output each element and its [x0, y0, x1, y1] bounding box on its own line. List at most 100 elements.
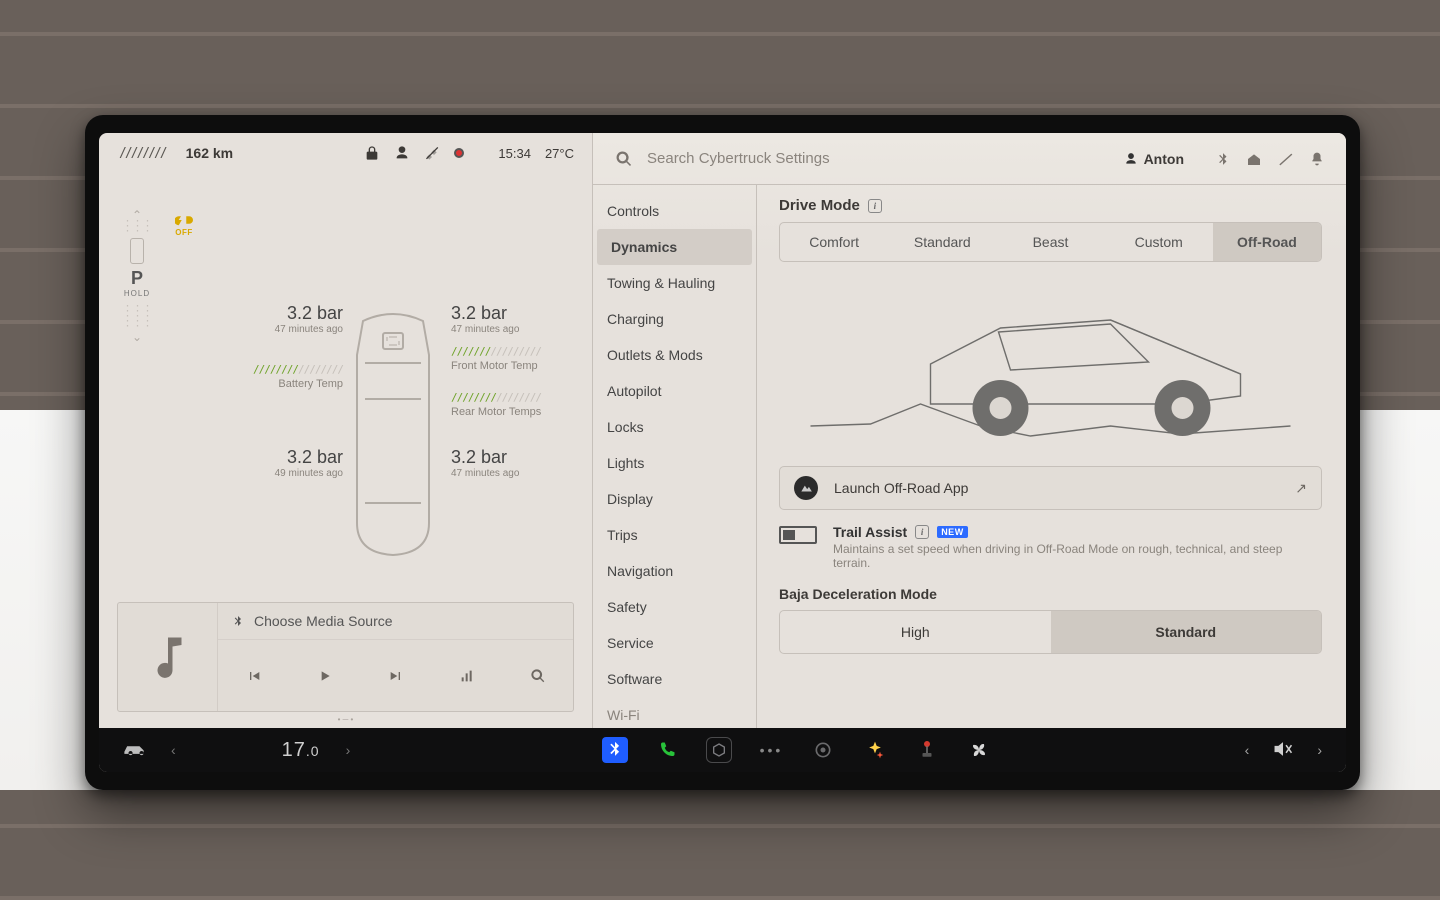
dock-hex-icon[interactable]: [706, 737, 732, 763]
dock-mute-icon[interactable]: [1273, 741, 1293, 760]
tire-fr-value: 3.2 bar: [451, 303, 581, 324]
drive-mode-tab-comfort[interactable]: Comfort: [780, 223, 888, 261]
sidebar-item-service[interactable]: Service: [593, 625, 756, 661]
gear-letter: P: [117, 268, 157, 289]
sidebar-item-navigation[interactable]: Navigation: [593, 553, 756, 589]
dock-car-icon[interactable]: [123, 742, 145, 759]
tire-rl-age: 49 minutes ago: [213, 468, 343, 479]
drive-mode-tab-off-road[interactable]: Off-Road: [1213, 223, 1321, 261]
search-input[interactable]: [645, 149, 1112, 168]
tire-rl-value: 3.2 bar: [213, 447, 343, 468]
car-top-icon: [130, 238, 144, 264]
sidebar-item-software[interactable]: Software: [593, 661, 756, 697]
info-icon[interactable]: i: [915, 525, 929, 539]
bluetooth-tray-icon[interactable]: [1216, 152, 1230, 166]
media-next-button[interactable]: [378, 658, 414, 694]
dock-more-icon[interactable]: •••: [758, 737, 784, 763]
media-eq-button[interactable]: [449, 658, 485, 694]
bell-icon[interactable]: [1310, 151, 1324, 167]
dock-fan-icon[interactable]: [966, 737, 992, 763]
tire-pressure-panel: 3.2 bar 47 minutes ago 3.2 bar 47 minute…: [143, 303, 576, 573]
trail-assist-desc: Maintains a set speed when driving in Of…: [833, 542, 1322, 570]
gear-hold-label: HOLD: [117, 289, 157, 298]
tire-fl-age: 47 minutes ago: [213, 324, 343, 335]
baja-option-standard[interactable]: Standard: [1051, 611, 1322, 653]
bluetooth-icon: [232, 615, 244, 627]
sidebar-item-dynamics[interactable]: Dynamics: [597, 229, 752, 265]
user-chip[interactable]: Anton: [1124, 151, 1184, 167]
music-note-icon: [150, 634, 186, 680]
rear-motor-temp-label: Rear Motor Temps: [451, 406, 541, 418]
signal-off-icon: [424, 145, 440, 161]
dock-sparkle-icon[interactable]: [862, 737, 888, 763]
range-ticks-icon: ////////: [119, 146, 166, 161]
rear-motor-temp-bars: ////////////////: [451, 391, 541, 404]
range-value: 162 km: [186, 145, 233, 161]
dock-vol-up-icon[interactable]: ›: [1317, 742, 1322, 758]
dock-chevron-right-icon[interactable]: ›: [346, 742, 351, 758]
dock-camera-icon[interactable]: [810, 737, 836, 763]
sidebar-item-outlets-mods[interactable]: Outlets & Mods: [593, 337, 756, 373]
media-art[interactable]: [118, 603, 218, 711]
clock: 15:34: [498, 146, 531, 161]
dock-climate-temp[interactable]: 17.0: [282, 739, 320, 762]
search-icon: [615, 150, 633, 168]
launch-offroad-button[interactable]: Launch Off-Road App ↗: [779, 466, 1322, 510]
dock-joystick-icon[interactable]: [914, 737, 940, 763]
sentry-record-icon[interactable]: [454, 148, 464, 158]
tire-fr-age: 47 minutes ago: [451, 324, 581, 335]
external-arrow-icon: ↗: [1295, 480, 1307, 497]
dock-chevron-left-icon[interactable]: ‹: [171, 742, 176, 758]
vehicle-status-pane: //////// 162 km 15:34 27°C ⌃ · · ·· · ··…: [99, 133, 593, 728]
page-dots: • ─ •: [99, 715, 592, 726]
media-prev-button[interactable]: [236, 658, 272, 694]
cell-off-icon: [1278, 152, 1294, 166]
bottom-dock: ‹ 17.0 › ••• ‹ ›: [99, 728, 1346, 772]
tire-rr-value: 3.2 bar: [451, 447, 581, 468]
info-icon[interactable]: i: [868, 199, 882, 213]
sidebar-item-wi-fi[interactable]: Wi-Fi: [593, 697, 756, 728]
trail-assist-toggle[interactable]: [779, 526, 817, 544]
sidebar-item-towing-hauling[interactable]: Towing & Hauling: [593, 265, 756, 301]
dock-bluetooth-icon[interactable]: [602, 737, 628, 763]
new-badge: NEW: [937, 526, 968, 538]
baja-segmented: HighStandard: [779, 610, 1322, 654]
trail-assist-title: Trail Assist: [833, 524, 907, 540]
offroad-illustration: [777, 276, 1324, 456]
sidebar-item-display[interactable]: Display: [593, 481, 756, 517]
traction-off-icon: OFF: [175, 213, 193, 238]
driver-profile-icon[interactable]: [394, 145, 410, 161]
sidebar-item-charging[interactable]: Charging: [593, 301, 756, 337]
media-play-button[interactable]: [307, 658, 343, 694]
tire-rr-age: 47 minutes ago: [451, 468, 581, 479]
unlock-icon[interactable]: [364, 145, 380, 161]
status-bar: //////// 162 km 15:34 27°C: [99, 133, 592, 173]
battery-temp-bars: ////////////////: [253, 363, 343, 376]
sidebar-item-autopilot[interactable]: Autopilot: [593, 373, 756, 409]
baja-title: Baja Deceleration Mode: [779, 586, 1322, 602]
sidebar-item-trips[interactable]: Trips: [593, 517, 756, 553]
baja-option-high[interactable]: High: [780, 611, 1051, 653]
media-source-picker[interactable]: Choose Media Source: [218, 603, 573, 640]
outside-temp: 27°C: [545, 146, 574, 161]
dock-vol-down-icon[interactable]: ‹: [1245, 742, 1250, 758]
battery-temp-label: Battery Temp: [278, 378, 343, 390]
drive-mode-tab-custom[interactable]: Custom: [1105, 223, 1213, 261]
media-card: Choose Media Source: [117, 602, 574, 712]
homelink-icon[interactable]: [1246, 152, 1262, 166]
search-bar: Anton: [593, 133, 1346, 185]
settings-sidebar: ControlsDynamicsTowing & HaulingCharging…: [593, 185, 757, 728]
vehicle-top-view-icon: [343, 303, 443, 563]
drive-mode-tab-standard[interactable]: Standard: [888, 223, 996, 261]
sidebar-item-controls[interactable]: Controls: [593, 193, 756, 229]
sidebar-item-lights[interactable]: Lights: [593, 445, 756, 481]
user-icon: [1124, 152, 1138, 166]
tire-fl-value: 3.2 bar: [213, 303, 343, 324]
drive-mode-tab-beast[interactable]: Beast: [996, 223, 1104, 261]
sidebar-item-locks[interactable]: Locks: [593, 409, 756, 445]
dock-phone-icon[interactable]: [654, 737, 680, 763]
media-search-button[interactable]: [520, 658, 556, 694]
dynamics-panel: Drive Mode i ComfortStandardBeastCustomO…: [757, 185, 1346, 728]
drive-mode-title: Drive Mode: [779, 197, 860, 214]
sidebar-item-safety[interactable]: Safety: [593, 589, 756, 625]
